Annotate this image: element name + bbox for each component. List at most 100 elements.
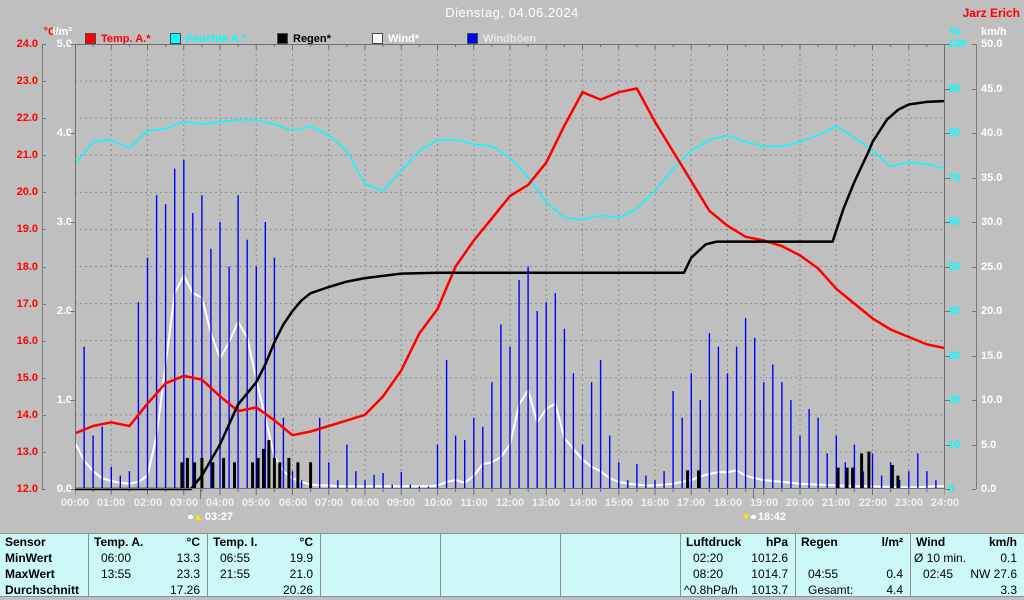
temp-axis-tick-label: 13.0 bbox=[0, 447, 38, 458]
temp-axis-tick bbox=[42, 81, 46, 82]
table-cell-row bbox=[321, 566, 440, 582]
table-cell-row bbox=[561, 566, 680, 582]
humidity-axis-tick bbox=[945, 311, 950, 312]
column-header-label: Wind bbox=[916, 534, 945, 550]
table-column-empty bbox=[560, 534, 680, 596]
table-cell-row: 21:55 21.0 bbox=[208, 566, 320, 582]
rain-axis-tick-label: 4.0 bbox=[44, 128, 72, 139]
temp-axis-tick-label: 17.0 bbox=[0, 299, 38, 310]
table-cell-row: 17.26 bbox=[89, 582, 207, 598]
chart-canvas bbox=[75, 44, 945, 499]
table-column-temp-a-: Temp. A.°C06:00 13.3 13:55 23.317.26 bbox=[88, 534, 207, 596]
table-cell-row bbox=[561, 582, 680, 598]
humidity-axis-tick-label: 50 bbox=[948, 262, 974, 273]
table-cell-row: 08:20 1014.7 bbox=[681, 566, 795, 582]
legend-label: Temp. A.* bbox=[101, 33, 151, 45]
sunrise-arrow-icon: ▲ bbox=[193, 512, 203, 523]
legend-item-feuchte-a-: Feuchte A.* bbox=[170, 30, 246, 42]
table-cell-row: 02:20 1012.6 bbox=[681, 550, 795, 566]
temp-axis-line bbox=[42, 44, 43, 489]
legend-swatch-icon bbox=[372, 33, 383, 44]
table-row-labels-column: SensorMinWertMaxWertDurchschnitt bbox=[0, 534, 88, 596]
table-row-label: MaxWert bbox=[0, 566, 88, 582]
cell-time: 21:55 bbox=[220, 566, 250, 582]
wind-axis-tick bbox=[972, 44, 976, 45]
legend-swatch-icon bbox=[467, 33, 478, 44]
temp-axis-tick-label: 19.0 bbox=[0, 224, 38, 235]
cell-time: 06:00 bbox=[101, 550, 131, 566]
weather-day-chart-screen: Dienstag, 04.06.2024 Jarz Erich °C l/m² … bbox=[0, 0, 1024, 600]
table-column-regen: Regenl/m²04:550.4Gesamt:4.4 bbox=[795, 534, 910, 596]
legend-label: Wind* bbox=[388, 33, 419, 45]
temp-axis-tick-label: 16.0 bbox=[0, 336, 38, 347]
cell-value: 1014.7 bbox=[751, 566, 788, 582]
temp-axis-tick bbox=[42, 267, 46, 268]
cell-value: 0.1 bbox=[1000, 550, 1017, 566]
wind-axis-tick-label: 45.0 bbox=[981, 84, 1011, 95]
wind-axis-tick-label: 25.0 bbox=[981, 262, 1011, 273]
humidity-axis-tick bbox=[945, 178, 950, 179]
table-cell-row: 13:55 23.3 bbox=[89, 566, 207, 582]
sunrise-time: 03:27 bbox=[205, 511, 233, 523]
wind-axis-tick-label: 15.0 bbox=[981, 351, 1011, 362]
wind-axis-tick-label: 35.0 bbox=[981, 173, 1011, 184]
legend-label: Windböen bbox=[483, 33, 536, 45]
cell-time: 08:20 bbox=[693, 566, 723, 582]
x-axis-label: 24:00 bbox=[923, 497, 967, 509]
cell-time: Ø 10 min. bbox=[914, 550, 966, 566]
humidity-axis-tick bbox=[945, 89, 950, 90]
table-cell-row: 06:5519.9 bbox=[208, 550, 320, 566]
temp-axis-tick-label: 22.0 bbox=[0, 113, 38, 124]
cell-value: 17.26 bbox=[170, 582, 200, 598]
table-cell-row bbox=[561, 550, 680, 566]
wind-axis-tick bbox=[972, 267, 976, 268]
column-header-label: Regen bbox=[801, 534, 838, 550]
sunset-icon: ▼ bbox=[741, 511, 756, 523]
wind-axis-tick bbox=[972, 178, 976, 179]
table-cell-row: Ø 10 min. 0.1 bbox=[911, 550, 1024, 566]
wind-axis-tick-label: 30.0 bbox=[981, 217, 1011, 228]
humidity-axis-tick bbox=[945, 44, 950, 45]
column-unit-label: °C bbox=[187, 534, 200, 550]
legend-label: Regen* bbox=[293, 33, 331, 45]
wind-axis-tick bbox=[972, 489, 976, 490]
humidity-axis-tick-label: 90 bbox=[948, 84, 974, 95]
cell-time: 02:20 bbox=[693, 550, 723, 566]
cell-time: 06:55 bbox=[220, 550, 250, 566]
table-column-header bbox=[561, 534, 680, 550]
wind-axis-tick bbox=[972, 400, 976, 401]
wind-axis-tick bbox=[972, 222, 976, 223]
table-cell-row: ^0.8hPa/h1013.7 bbox=[681, 582, 795, 598]
cell-value: 23.3 bbox=[177, 566, 200, 582]
stats-table: SensorMinWertMaxWertDurchschnittTemp. A.… bbox=[0, 533, 1024, 597]
column-unit-label: °C bbox=[300, 534, 313, 550]
table-column-temp-i-: Temp. I.°C06:5519.921:5521.020.26 bbox=[207, 534, 320, 596]
table-column-header: Temp. A.°C bbox=[89, 534, 207, 550]
wind-axis-tick bbox=[972, 311, 976, 312]
signature: Jarz Erich bbox=[963, 6, 1020, 20]
humidity-axis-tick-label: 10 bbox=[948, 440, 974, 451]
cell-value: 13.3 bbox=[177, 550, 200, 566]
table-cell-row: 06:00 13.3 bbox=[89, 550, 207, 566]
cell-value: 1012.6 bbox=[751, 550, 788, 566]
table-cell-row: 20.26 bbox=[208, 582, 320, 598]
table-cell-row bbox=[441, 566, 560, 582]
temp-axis-tick-label: 15.0 bbox=[0, 373, 38, 384]
table-cell-row: 02:45NW 27.6 bbox=[911, 566, 1024, 582]
legend-item-regen-: Regen* bbox=[277, 30, 331, 42]
table-row-label: MinWert bbox=[0, 550, 88, 566]
cell-value: 20.26 bbox=[283, 582, 313, 598]
sunrise-marker: ▲03:27 bbox=[188, 511, 233, 523]
temp-axis-tick bbox=[42, 452, 46, 453]
column-unit-label: km/h bbox=[989, 534, 1017, 550]
x-axis-labels: 00:0001:0002:0003:0004:0005:0006:0007:00… bbox=[0, 497, 1024, 511]
cell-time: 13:55 bbox=[101, 566, 131, 582]
temp-axis-tick bbox=[42, 341, 46, 342]
legend-item-temp-a-: Temp. A.* bbox=[85, 30, 151, 42]
rain-axis-tick-label: 2.0 bbox=[44, 306, 72, 317]
temp-axis-tick-label: 12.0 bbox=[0, 484, 38, 495]
humidity-axis-tick bbox=[945, 356, 950, 357]
temp-axis-tick bbox=[42, 192, 46, 193]
table-row-label: Sensor bbox=[0, 534, 88, 550]
cell-value: 21.0 bbox=[290, 566, 313, 582]
